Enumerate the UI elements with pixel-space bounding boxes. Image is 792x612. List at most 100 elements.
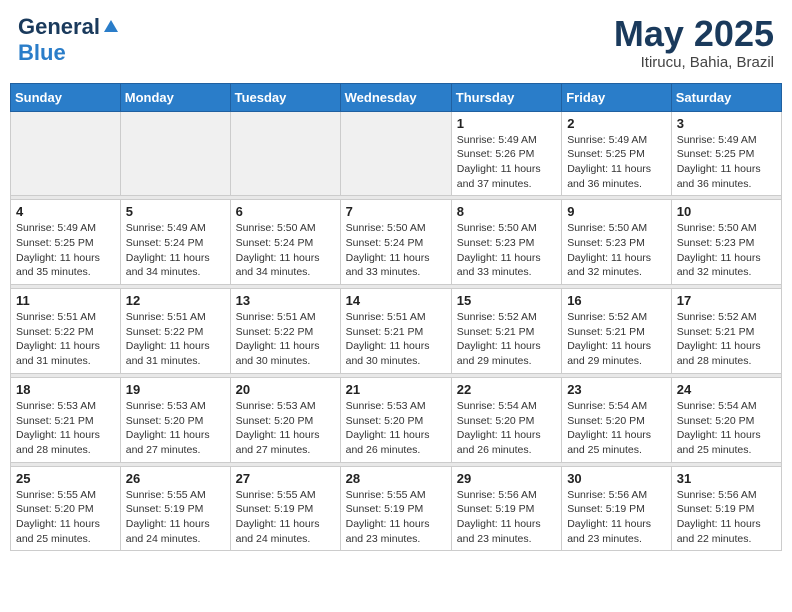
table-row: 10 Sunrise: 5:50 AMSunset: 5:23 PMDayligh… — [671, 200, 781, 285]
day-info: Sunrise: 5:55 AMSunset: 5:20 PMDaylight:… — [16, 488, 115, 547]
day-number: 21 — [346, 382, 446, 397]
table-row: 26Sunrise: 5:55 AMSunset: 5:19 PMDayligh… — [120, 466, 230, 551]
day-number: 3 — [677, 116, 776, 131]
day-number: 2 — [567, 116, 666, 131]
table-row: 29Sunrise: 5:56 AMSunset: 5:19 PMDayligh… — [451, 466, 561, 551]
table-row: 14Sunrise: 5:51 AMSunset: 5:21 PMDayligh… — [340, 289, 451, 374]
day-info: Sunrise: 5:54 AMSunset: 5:20 PMDaylight:… — [457, 399, 556, 458]
day-info: Sunrise: 5:53 AMSunset: 5:20 PMDaylight:… — [126, 399, 225, 458]
table-row: 5 Sunrise: 5:49 AMSunset: 5:24 PMDaylight… — [120, 200, 230, 285]
table-row: 22Sunrise: 5:54 AMSunset: 5:20 PMDayligh… — [451, 377, 561, 462]
table-row: 27 Sunrise: 5:55 AMSunset: 5:19 PMDayligh… — [230, 466, 340, 551]
table-row: 23 Sunrise: 5:54 AMSunset: 5:20 PMDayligh… — [562, 377, 672, 462]
table-row — [120, 111, 230, 196]
day-number: 8 — [457, 204, 556, 219]
page-header: General Blue May 2025 Itirucu, Bahia, Br… — [10, 10, 782, 75]
day-info: Sunrise: 5:49 AMSunset: 5:24 PMDaylight:… — [126, 221, 225, 280]
day-info: Sunrise: 5:50 AMSunset: 5:23 PMDaylight:… — [567, 221, 666, 280]
day-info: Sunrise: 5:56 AMSunset: 5:19 PMDaylight:… — [567, 488, 666, 547]
day-info: Sunrise: 5:50 AMSunset: 5:23 PMDaylight:… — [677, 221, 776, 280]
table-row: 21 Sunrise: 5:53 AMSunset: 5:20 PMDayligh… — [340, 377, 451, 462]
table-row — [230, 111, 340, 196]
table-row — [340, 111, 451, 196]
calendar-week-row: 25 Sunrise: 5:55 AMSunset: 5:20 PMDayligh… — [11, 466, 782, 551]
day-number: 31 — [677, 471, 776, 486]
day-info: Sunrise: 5:51 AMSunset: 5:22 PMDaylight:… — [16, 310, 115, 369]
table-row — [11, 111, 121, 196]
day-number: 23 — [567, 382, 666, 397]
day-info: Sunrise: 5:49 AMSunset: 5:25 PMDaylight:… — [16, 221, 115, 280]
col-tuesday: Tuesday — [230, 83, 340, 111]
calendar-week-row: 4 Sunrise: 5:49 AMSunset: 5:25 PMDaylight… — [11, 200, 782, 285]
calendar-title: May 2025 — [614, 14, 774, 54]
col-wednesday: Wednesday — [340, 83, 451, 111]
day-info: Sunrise: 5:52 AMSunset: 5:21 PMDaylight:… — [567, 310, 666, 369]
table-row: 17 Sunrise: 5:52 AMSunset: 5:21 PMDayligh… — [671, 289, 781, 374]
day-number: 28 — [346, 471, 446, 486]
day-info: Sunrise: 5:53 AMSunset: 5:21 PMDaylight:… — [16, 399, 115, 458]
day-info: Sunrise: 5:50 AMSunset: 5:23 PMDaylight:… — [457, 221, 556, 280]
day-info: Sunrise: 5:52 AMSunset: 5:21 PMDaylight:… — [677, 310, 776, 369]
table-row: 15Sunrise: 5:52 AMSunset: 5:21 PMDayligh… — [451, 289, 561, 374]
table-row: 30 Sunrise: 5:56 AMSunset: 5:19 PMDayligh… — [562, 466, 672, 551]
calendar-week-row: 11 Sunrise: 5:51 AMSunset: 5:22 PMDayligh… — [11, 289, 782, 374]
day-info: Sunrise: 5:55 AMSunset: 5:19 PMDaylight:… — [236, 488, 335, 547]
calendar-header-row: Sunday Monday Tuesday Wednesday Thursday… — [11, 83, 782, 111]
day-number: 5 — [126, 204, 225, 219]
day-number: 4 — [16, 204, 115, 219]
title-block: May 2025 Itirucu, Bahia, Brazil — [614, 14, 774, 71]
day-number: 12 — [126, 293, 225, 308]
logo: General Blue — [18, 14, 120, 66]
col-saturday: Saturday — [671, 83, 781, 111]
table-row: 28 Sunrise: 5:55 AMSunset: 5:19 PMDayligh… — [340, 466, 451, 551]
day-info: Sunrise: 5:49 AMSunset: 5:25 PMDaylight:… — [567, 133, 666, 192]
col-sunday: Sunday — [11, 83, 121, 111]
day-number: 30 — [567, 471, 666, 486]
table-row: 24Sunrise: 5:54 AMSunset: 5:20 PMDayligh… — [671, 377, 781, 462]
calendar-location: Itirucu, Bahia, Brazil — [614, 54, 774, 71]
table-row: 19 Sunrise: 5:53 AMSunset: 5:20 PMDayligh… — [120, 377, 230, 462]
table-row: 8 Sunrise: 5:50 AMSunset: 5:23 PMDaylight… — [451, 200, 561, 285]
day-number: 11 — [16, 293, 115, 308]
day-info: Sunrise: 5:53 AMSunset: 5:20 PMDaylight:… — [346, 399, 446, 458]
day-number: 13 — [236, 293, 335, 308]
logo-icon — [102, 18, 120, 36]
table-row: 1 Sunrise: 5:49 AMSunset: 5:26 PMDaylight… — [451, 111, 561, 196]
day-number: 7 — [346, 204, 446, 219]
table-row: 20Sunrise: 5:53 AMSunset: 5:20 PMDayligh… — [230, 377, 340, 462]
table-row: 16Sunrise: 5:52 AMSunset: 5:21 PMDayligh… — [562, 289, 672, 374]
logo-blue-text: Blue — [18, 40, 66, 66]
day-info: Sunrise: 5:54 AMSunset: 5:20 PMDaylight:… — [567, 399, 666, 458]
day-number: 1 — [457, 116, 556, 131]
day-info: Sunrise: 5:49 AMSunset: 5:25 PMDaylight:… — [677, 133, 776, 192]
calendar-week-row: 1 Sunrise: 5:49 AMSunset: 5:26 PMDaylight… — [11, 111, 782, 196]
day-number: 15 — [457, 293, 556, 308]
day-number: 20 — [236, 382, 335, 397]
table-row: 25 Sunrise: 5:55 AMSunset: 5:20 PMDayligh… — [11, 466, 121, 551]
day-info: Sunrise: 5:56 AMSunset: 5:19 PMDaylight:… — [677, 488, 776, 547]
day-info: Sunrise: 5:51 AMSunset: 5:22 PMDaylight:… — [126, 310, 225, 369]
table-row: 2 Sunrise: 5:49 AMSunset: 5:25 PMDaylight… — [562, 111, 672, 196]
day-number: 18 — [16, 382, 115, 397]
day-number: 10 — [677, 204, 776, 219]
day-info: Sunrise: 5:51 AMSunset: 5:21 PMDaylight:… — [346, 310, 446, 369]
day-info: Sunrise: 5:55 AMSunset: 5:19 PMDaylight:… — [346, 488, 446, 547]
logo-general-text: General — [18, 14, 100, 40]
day-info: Sunrise: 5:49 AMSunset: 5:26 PMDaylight:… — [457, 133, 556, 192]
table-row: 7 Sunrise: 5:50 AMSunset: 5:24 PMDaylight… — [340, 200, 451, 285]
table-row: 9Sunrise: 5:50 AMSunset: 5:23 PMDaylight… — [562, 200, 672, 285]
day-number: 19 — [126, 382, 225, 397]
day-info: Sunrise: 5:55 AMSunset: 5:19 PMDaylight:… — [126, 488, 225, 547]
table-row: 13 Sunrise: 5:51 AMSunset: 5:22 PMDayligh… — [230, 289, 340, 374]
table-row: 18 Sunrise: 5:53 AMSunset: 5:21 PMDayligh… — [11, 377, 121, 462]
day-info: Sunrise: 5:50 AMSunset: 5:24 PMDaylight:… — [346, 221, 446, 280]
table-row: 11 Sunrise: 5:51 AMSunset: 5:22 PMDayligh… — [11, 289, 121, 374]
day-info: Sunrise: 5:51 AMSunset: 5:22 PMDaylight:… — [236, 310, 335, 369]
table-row: 3 Sunrise: 5:49 AMSunset: 5:25 PMDaylight… — [671, 111, 781, 196]
calendar-week-row: 18 Sunrise: 5:53 AMSunset: 5:21 PMDayligh… — [11, 377, 782, 462]
day-number: 25 — [16, 471, 115, 486]
day-info: Sunrise: 5:50 AMSunset: 5:24 PMDaylight:… — [236, 221, 335, 280]
day-number: 27 — [236, 471, 335, 486]
day-number: 17 — [677, 293, 776, 308]
table-row: 4 Sunrise: 5:49 AMSunset: 5:25 PMDaylight… — [11, 200, 121, 285]
